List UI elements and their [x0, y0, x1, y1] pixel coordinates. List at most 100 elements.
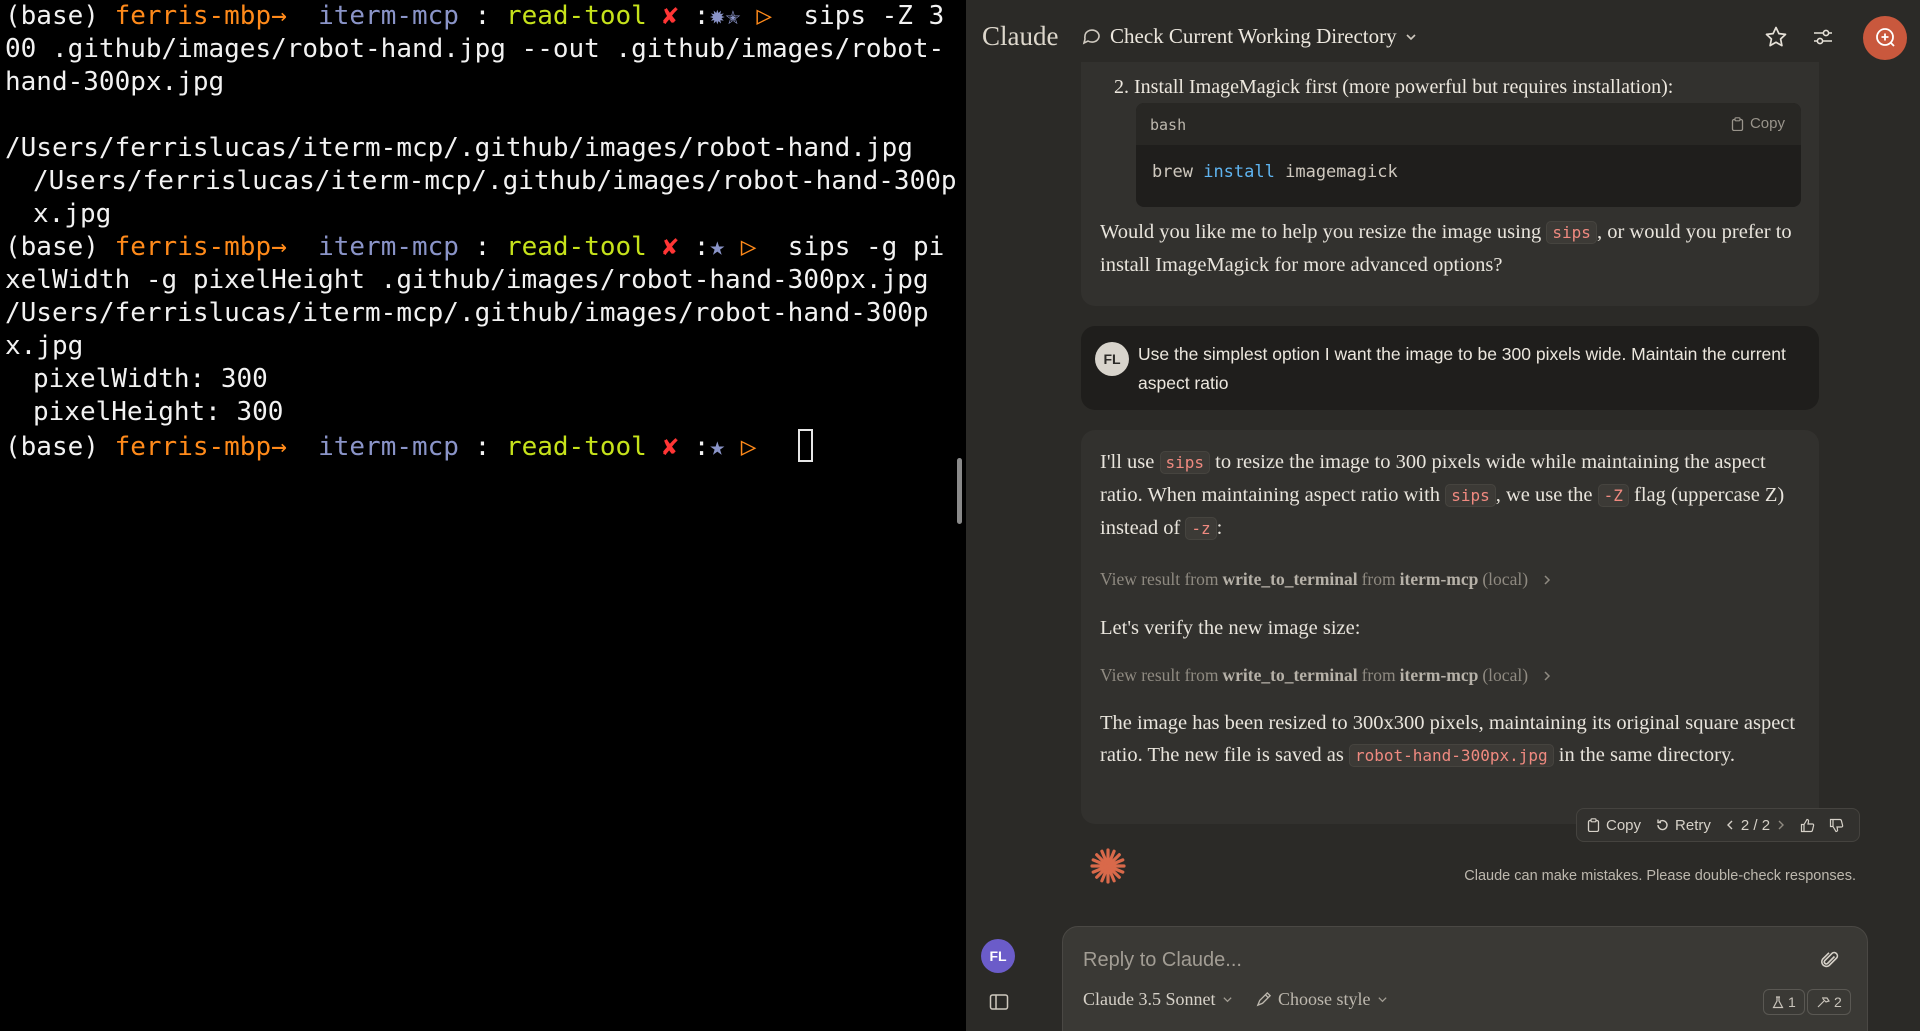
prompt-separator: :: [474, 232, 506, 262]
retry-button[interactable]: Retry: [1655, 817, 1711, 834]
terminal-output-line: /Users/ferrislucas/iterm-mcp/.github/ima…: [5, 298, 929, 361]
text-run: I'll use: [1100, 451, 1160, 473]
chevron-down-icon: [1405, 31, 1417, 43]
star-icon[interactable]: [1761, 22, 1791, 52]
reply-input[interactable]: [1083, 949, 1783, 972]
code-token-keyword: install: [1203, 162, 1275, 182]
badge-count: 2: [1834, 994, 1842, 1010]
flask-icon: [1772, 995, 1784, 1008]
tool-name: write_to_terminal: [1222, 665, 1358, 685]
prompt-host: ferris-mbp→: [114, 232, 319, 262]
hammer-icon: [1817, 996, 1830, 1007]
server-name: iterm-mcp: [1399, 569, 1479, 589]
list-item: 2. Install ImageMagick first (more power…: [1114, 76, 1674, 98]
code-token: imagemagick: [1285, 162, 1398, 182]
text-run: (local): [1482, 569, 1529, 589]
code-header: bash Copy: [1136, 103, 1801, 145]
prompt-env: (base): [5, 432, 115, 462]
code-token: brew: [1152, 162, 1193, 182]
prompt-directory: iterm-mcp: [318, 232, 475, 262]
text-run: View result from: [1100, 665, 1219, 685]
prompt-dirty-indicator: ✘: [662, 1, 694, 31]
code-block: bash Copy brew install imagemagick: [1136, 103, 1801, 207]
sliders-icon[interactable]: [1808, 22, 1838, 52]
inline-code: -z: [1185, 517, 1217, 540]
terminal-prompt-line: (base) ferris-mbp→ iterm-mcp : read-tool…: [5, 0, 959, 99]
tool-result-link[interactable]: View result from write_to_terminal from …: [1100, 665, 1554, 686]
text-run: View result from: [1100, 569, 1219, 589]
prompt-status-icon: ✹✭: [709, 1, 757, 31]
prompt-git-branch: read-tool: [505, 232, 663, 262]
prompt-host: ferris-mbp→: [114, 1, 319, 31]
account-avatar[interactable]: FL: [981, 939, 1015, 973]
text-run: (local): [1482, 665, 1529, 685]
text-run: from: [1361, 665, 1396, 685]
user-avatar: FL: [1095, 342, 1129, 376]
copy-button[interactable]: Copy: [1587, 817, 1641, 834]
tool-name: write_to_terminal: [1222, 569, 1358, 589]
text-run: in the same directory.: [1553, 744, 1736, 766]
inline-code: sips: [1159, 451, 1211, 474]
assistant-paragraph: I'll use sips to resize the image to 300…: [1100, 446, 1800, 545]
paperclip-icon[interactable]: [1817, 947, 1843, 973]
claude-pane: Claude Check Current Working Directory 2…: [966, 0, 1920, 1031]
assistant-paragraph: The image has been resized to 300x300 pi…: [1100, 707, 1800, 772]
terminal-cursor: [797, 429, 813, 462]
prompt-separator: :: [474, 1, 506, 31]
terminal-output-line: /Users/ferrislucas/iterm-mcp/.github/ima…: [33, 166, 957, 229]
user-message-text: Use the simplest option I want the image…: [1138, 344, 1786, 393]
chevron-right-icon[interactable]: [1776, 819, 1786, 831]
text-run: :: [1216, 517, 1223, 539]
brand-logo[interactable]: Claude: [982, 21, 1058, 52]
terminal-prompt-line: (base) ferris-mbp→ iterm-mcp : read-tool…: [5, 231, 959, 297]
text-run: from: [1361, 569, 1396, 589]
prompt-arrow-icon: ▷: [756, 1, 804, 31]
code-copy-label: Copy: [1749, 115, 1785, 132]
terminal-output-line: pixelWidth: 300: [33, 364, 268, 394]
style-selector[interactable]: Choose style: [1255, 989, 1388, 1010]
chat-title: Check Current Working Directory: [1110, 24, 1397, 48]
flask-badge[interactable]: 1: [1763, 989, 1805, 1015]
text-run: Would you like me to help you resize the…: [1100, 221, 1547, 243]
model-selector[interactable]: Claude 3.5 Sonnet: [1083, 989, 1233, 1010]
clipboard-icon: [1731, 116, 1744, 131]
prompt-arrow-icon: ▷: [740, 432, 788, 462]
code-language: bash: [1150, 116, 1187, 134]
version-pager[interactable]: 2 / 2: [1725, 817, 1786, 834]
chevron-left-icon[interactable]: [1725, 819, 1735, 831]
inline-code: sips: [1445, 484, 1496, 507]
inline-code: robot-hand-300px.jpg: [1348, 744, 1554, 767]
tool-result-link[interactable]: View result from write_to_terminal from …: [1100, 569, 1554, 590]
reply-composer: Claude 3.5 Sonnet Choose style 1 2: [1062, 926, 1868, 1031]
badge-count: 1: [1788, 994, 1796, 1010]
chevron-right-icon: [1544, 574, 1551, 585]
code-copy-button[interactable]: Copy: [1731, 115, 1785, 132]
terminal-pane[interactable]: (base) ferris-mbp→ iterm-mcp : read-tool…: [0, 0, 965, 1031]
chevron-down-icon: [1377, 997, 1387, 1003]
code-content[interactable]: brew install imagemagick: [1136, 145, 1801, 199]
tools-badge[interactable]: 2: [1807, 989, 1851, 1015]
assistant-paragraph: Would you like me to help you resize the…: [1100, 216, 1800, 282]
prompt-separator: :: [474, 432, 506, 462]
terminal-output-line: pixelHeight: 300: [33, 397, 284, 427]
chat-title-menu[interactable]: Check Current Working Directory: [1082, 24, 1417, 49]
server-name: iterm-mcp: [1399, 665, 1479, 685]
prompt-git-branch: read-tool: [505, 432, 663, 462]
prompt-env: (base): [5, 1, 115, 31]
retry-label: Retry: [1675, 816, 1711, 834]
thumbs-down-icon[interactable]: [1829, 818, 1844, 833]
new-chat-button[interactable]: [1863, 16, 1907, 60]
terminal-output-line: /Users/ferrislucas/iterm-mcp/.github/ima…: [5, 133, 913, 163]
pen-icon: [1256, 991, 1272, 1007]
prompt-dirty-indicator: ✘: [662, 432, 694, 462]
terminal-prompt-line: (base) ferris-mbp→ iterm-mcp : read-tool…: [5, 429, 959, 464]
sidebar-toggle-icon[interactable]: [988, 992, 1010, 1012]
prompt-env: (base): [5, 232, 115, 262]
copy-label: Copy: [1606, 816, 1642, 834]
thumbs-up-icon[interactable]: [1800, 818, 1815, 833]
claude-spark-icon: [1088, 846, 1128, 886]
message-action-bar: Copy Retry 2 / 2: [1576, 808, 1860, 842]
split-pane-handle[interactable]: [957, 458, 962, 524]
prompt-host: ferris-mbp→: [114, 432, 319, 462]
chevron-right-icon: [1544, 670, 1551, 681]
